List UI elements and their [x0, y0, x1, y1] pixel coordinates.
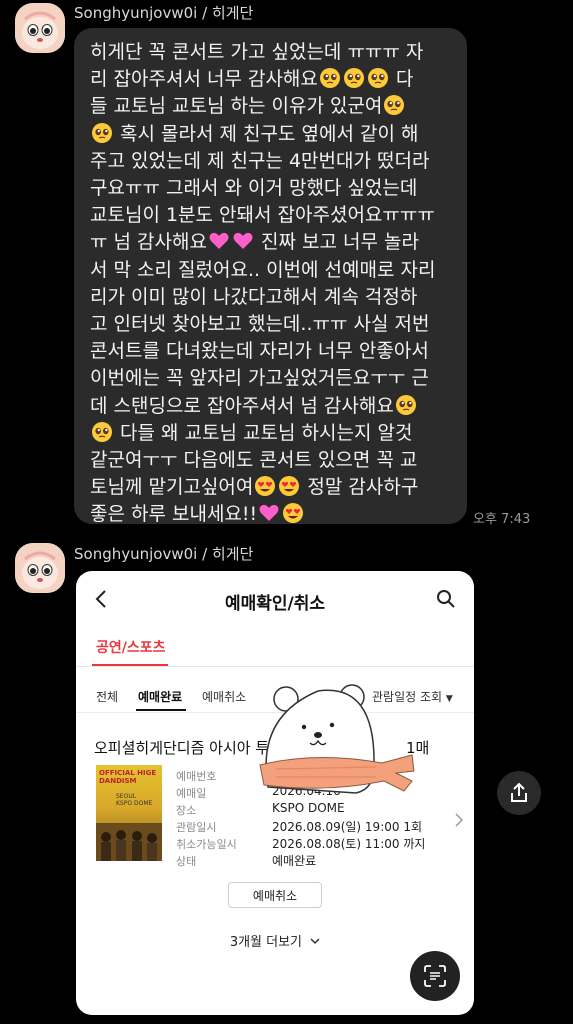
poster-venue: SEOUL KSPO DOME [116, 793, 153, 807]
filter-completed[interactable]: 예매완료 [138, 688, 182, 705]
message-text: 히게단 꼭 콘서트 가고 싶었는데 ㅠㅠㅠ 자리 잡아주셔서 너무 감사해요 다… [90, 39, 453, 529]
message-bubble[interactable]: 히게단 꼭 콘서트 가고 싶었는데 ㅠㅠㅠ 자리 잡아주셔서 너무 감사해요 다… [74, 28, 467, 525]
message-text-segment: 같군여ㅜㅜ 다음에도 콘서트 있으면 꼭 교 [90, 449, 418, 472]
divider [76, 666, 474, 667]
show-title[interactable]: 오피셜히게단디즘 아시아 투 [94, 737, 269, 758]
pleading-emoji-icon [91, 421, 113, 443]
message-text-segment: 들 교토님 교토님 하는 이유가 있군여 [90, 95, 383, 118]
pleading-emoji-icon [319, 67, 341, 89]
pleading-emoji-icon [91, 122, 113, 144]
message-text-segment: 이번에는 꼭 앞자리 가고싶었거든요ㅜㅜ 근 [90, 367, 429, 390]
hearteyes-emoji-icon [282, 502, 304, 524]
booking-header: 예매확인/취소 [76, 571, 474, 627]
detail-label: 관람일시 [176, 821, 217, 834]
sender-avatar[interactable] [15, 543, 65, 593]
message-text-segment: ㅠ 넘 감사해요 [90, 231, 207, 254]
detail-value: 2026.08.08(토) 11:00 까지 [272, 837, 426, 851]
pleading-emoji-icon [343, 67, 365, 89]
poster-title: OFFICIAL HIGE DANDISM [99, 769, 157, 785]
chevron-down-icon [310, 938, 320, 945]
message-text-segment: 다 [389, 68, 414, 91]
message-text-segment: 정말 감사하구 [301, 476, 419, 499]
more-label: 3개월 더보기 [229, 935, 303, 950]
band-photo [96, 823, 162, 861]
message-text-segment: 좋은 하루 보내세요!! [90, 503, 258, 526]
booking-screenshot-image[interactable]: 예매확인/취소 공연/스포츠 전체 예매완료 예매취소 관람일정 조회 ▼ 오피… [76, 571, 474, 1015]
peach-character-icon [15, 543, 65, 593]
message-text-segment: 고 인터넷 찾아보고 했는데..ㅠㅠ 사실 저번 [90, 313, 430, 336]
filter-all[interactable]: 전체 [96, 688, 118, 705]
share-icon [511, 782, 527, 802]
pleading-emoji-icon [367, 67, 389, 89]
pleading-emoji-icon [395, 394, 417, 416]
detail-label: 취소가능일시 [176, 838, 237, 851]
tab-performance-sports[interactable]: 공연/스포츠 [96, 637, 166, 657]
search-icon[interactable] [436, 589, 456, 609]
peach-character-icon [15, 3, 65, 53]
message-text-segment: 데 스탠딩으로 잡아주셔서 넘 감사해요 [90, 394, 394, 417]
filter-underline [136, 709, 186, 711]
scan-text-button[interactable] [410, 951, 460, 1001]
pleading-emoji-icon [383, 94, 405, 116]
message-text-segment: 콘서트를 다녀왔는데 자리가 너무 안좋아서 [90, 340, 429, 363]
sender-name: Songhyunjovw0i / 히게단 [74, 545, 254, 563]
message-time: 오후 7:43 [473, 512, 531, 527]
heart-emoji-icon [208, 230, 230, 252]
message-text-segment: 혹시 몰라서 제 친구도 옆에서 같이 해 [114, 122, 419, 145]
message-text-segment: 리 잡아주셔서 너무 감사해요 [90, 68, 318, 91]
chevron-right-icon[interactable] [455, 813, 463, 827]
scan-icon [424, 965, 446, 987]
message-text-segment: 구요ㅠㅠ 그래서 와 이거 망했다 싶었는데 [90, 177, 418, 200]
share-button[interactable] [497, 771, 541, 815]
bear-sticker [259, 684, 415, 794]
detail-label: 예매번호 [176, 770, 217, 783]
detail-value: 2026.08.09(일) 19:00 1회 [272, 820, 422, 834]
detail-label: 예매일 [176, 787, 207, 800]
message-text-segment: 다들 왜 교토님 교토님 하시는지 알것 [114, 421, 413, 444]
message-text-segment: 서 막 소리 질렀어요.. 이번에 선예매로 자리 [90, 258, 436, 281]
detail-label: 상태 [176, 855, 197, 868]
heart-emoji-icon [258, 502, 280, 524]
detail-label: 장소 [176, 804, 197, 817]
message-text-segment: 리가 이미 많이 나갔다고해서 계속 걱정하 [90, 285, 418, 308]
message-text-segment: 토님께 맡기고싶어여 [90, 476, 254, 499]
sender-avatar[interactable] [15, 3, 65, 53]
message-text-segment: 주고 있었는데 제 친구는 4만번대가 떴더라 [90, 149, 430, 172]
caret-down-icon: ▼ [445, 694, 453, 704]
cancel-booking-button[interactable]: 예매취소 [228, 882, 322, 908]
message-text-segment: 진짜 보고 너무 놀라 [254, 231, 419, 254]
message-text-segment: 교토님이 1분도 안돼서 잡아주셨어요ㅠㅠㅠ [90, 204, 435, 227]
sender-name: Songhyunjovw0i / 히게단 [74, 4, 254, 22]
concert-poster[interactable]: OFFICIAL HIGE DANDISM SEOUL KSPO DOME [96, 765, 162, 861]
page-title: 예매확인/취소 [224, 594, 326, 614]
more-3-months-button[interactable]: 3개월 더보기 [76, 931, 474, 950]
hearteyes-emoji-icon [254, 475, 276, 497]
detail-value: 예매완료 [272, 854, 317, 868]
hearteyes-emoji-icon [278, 475, 300, 497]
filter-cancelled[interactable]: 예매취소 [202, 688, 246, 705]
heart-emoji-icon [232, 230, 254, 252]
message-text-segment: 히게단 꼭 콘서트 가고 싶었는데 ㅠㅠㅠ 자 [90, 41, 424, 63]
